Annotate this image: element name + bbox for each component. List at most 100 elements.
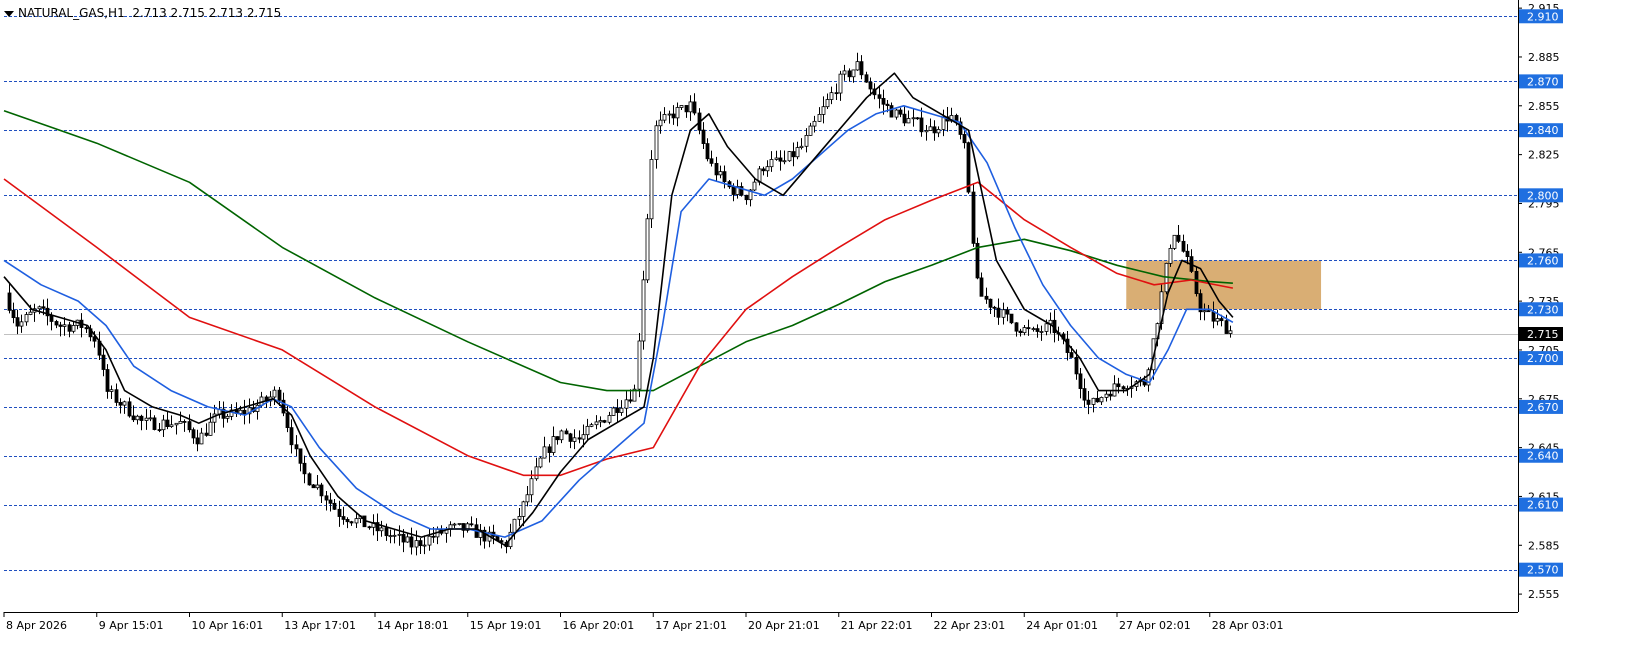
candle-body: [19, 321, 24, 327]
candle-body: [1005, 309, 1010, 315]
candle-body: [1172, 234, 1177, 249]
candle-body: [1069, 352, 1074, 358]
candle-body: [84, 327, 89, 330]
candle-body: [829, 92, 834, 100]
candle-body: [452, 523, 457, 526]
x-tick-label: 16 Apr 20:01: [563, 619, 635, 632]
candle-body: [765, 166, 770, 172]
candle-body: [611, 407, 616, 416]
candle-body: [54, 321, 59, 326]
x-tick-label: 28 Apr 03:01: [1212, 619, 1284, 632]
candle-body: [208, 421, 213, 436]
candle-body: [667, 113, 672, 116]
candle-body: [427, 535, 432, 546]
candle-body: [804, 134, 809, 147]
candle-body: [409, 536, 414, 548]
x-tick-label: 8 Apr 2026: [6, 619, 67, 632]
candle-body: [919, 117, 924, 133]
candle-body: [881, 97, 886, 105]
candle-body: [388, 535, 393, 538]
candle-body: [324, 495, 329, 501]
candle-body: [139, 415, 144, 421]
x-tick-label: 22 Apr 23:01: [934, 619, 1006, 632]
level-badge-label: 2.730: [1527, 303, 1559, 316]
candle-body: [594, 421, 599, 426]
candle-body: [302, 462, 307, 475]
candle-body: [277, 389, 282, 401]
candle-body: [778, 157, 783, 162]
candle-body: [182, 421, 187, 423]
candle-body: [118, 402, 123, 406]
level-badge-label: 2.570: [1527, 564, 1559, 577]
candle-body: [41, 306, 46, 309]
candle-body: [1202, 310, 1207, 313]
candle-body: [337, 508, 342, 517]
candle-body: [517, 516, 522, 520]
candle-body: [936, 129, 941, 134]
candle-body: [671, 113, 676, 119]
candle-body: [174, 422, 179, 426]
x-tick-label: 17 Apr 21:01: [655, 619, 727, 632]
candle-body: [962, 134, 967, 144]
candle-body: [298, 448, 303, 464]
chart-header[interactable]: NATURAL_GAS,H1 2.713 2.715 2.713 2.715: [4, 6, 281, 20]
level-badge-label: 2.670: [1527, 401, 1559, 414]
candle-body: [855, 61, 860, 71]
candle-body: [838, 73, 843, 94]
candle-body: [684, 105, 689, 113]
candle-body: [122, 401, 127, 406]
candle-body: [607, 415, 612, 423]
candle-body: [148, 417, 153, 420]
candle-body: [1035, 328, 1040, 332]
candle-body: [679, 105, 684, 108]
candle-body: [1219, 318, 1224, 322]
candle-body: [645, 218, 650, 281]
level-badge-label: 2.640: [1527, 450, 1559, 463]
price-chart[interactable]: 2.9152.8852.8552.8252.7952.7652.7352.705…: [0, 0, 1641, 666]
candle-body: [1181, 240, 1186, 252]
candle-body: [851, 69, 856, 78]
candle-body: [744, 194, 749, 201]
candle-body: [105, 369, 110, 392]
candle-body: [11, 309, 16, 319]
candle-body: [709, 158, 714, 164]
candle-body: [817, 113, 822, 122]
candle-body: [898, 109, 903, 115]
candle-body: [534, 466, 539, 480]
candle-body: [397, 533, 402, 536]
candle-body: [761, 168, 766, 172]
candle-body: [414, 540, 419, 548]
candle-body: [1082, 388, 1087, 401]
x-tick-label: 24 Apr 01:01: [1026, 619, 1098, 632]
candle-body: [152, 417, 157, 430]
candle-body: [984, 295, 989, 300]
candle-body: [332, 502, 337, 510]
candle-body: [469, 523, 474, 526]
candle-body: [971, 191, 976, 244]
candle-body: [996, 307, 1001, 318]
candle-body: [787, 151, 792, 162]
candle-body: [101, 354, 106, 370]
candle-body: [581, 434, 586, 440]
candle-body: [191, 429, 196, 439]
candle-body: [144, 417, 149, 421]
candle-body: [585, 425, 590, 436]
candle-body: [114, 389, 119, 403]
candle-body: [328, 499, 333, 504]
candle-body: [928, 126, 933, 131]
candle-body: [157, 429, 162, 431]
candle-body: [538, 457, 543, 468]
dropdown-triangle-icon[interactable]: [4, 10, 14, 17]
x-tick-label: 9 Apr 15:01: [99, 619, 164, 632]
candle-body: [658, 119, 663, 127]
candle-body: [795, 147, 800, 158]
candle-body: [941, 116, 946, 130]
candle-body: [902, 113, 907, 124]
candle-body: [1176, 234, 1181, 242]
candle-body: [542, 446, 547, 459]
candle-body: [418, 540, 423, 547]
candle-body: [199, 432, 204, 445]
candle-body: [1108, 393, 1113, 397]
candle-body: [649, 159, 654, 220]
candle-body: [675, 107, 680, 119]
